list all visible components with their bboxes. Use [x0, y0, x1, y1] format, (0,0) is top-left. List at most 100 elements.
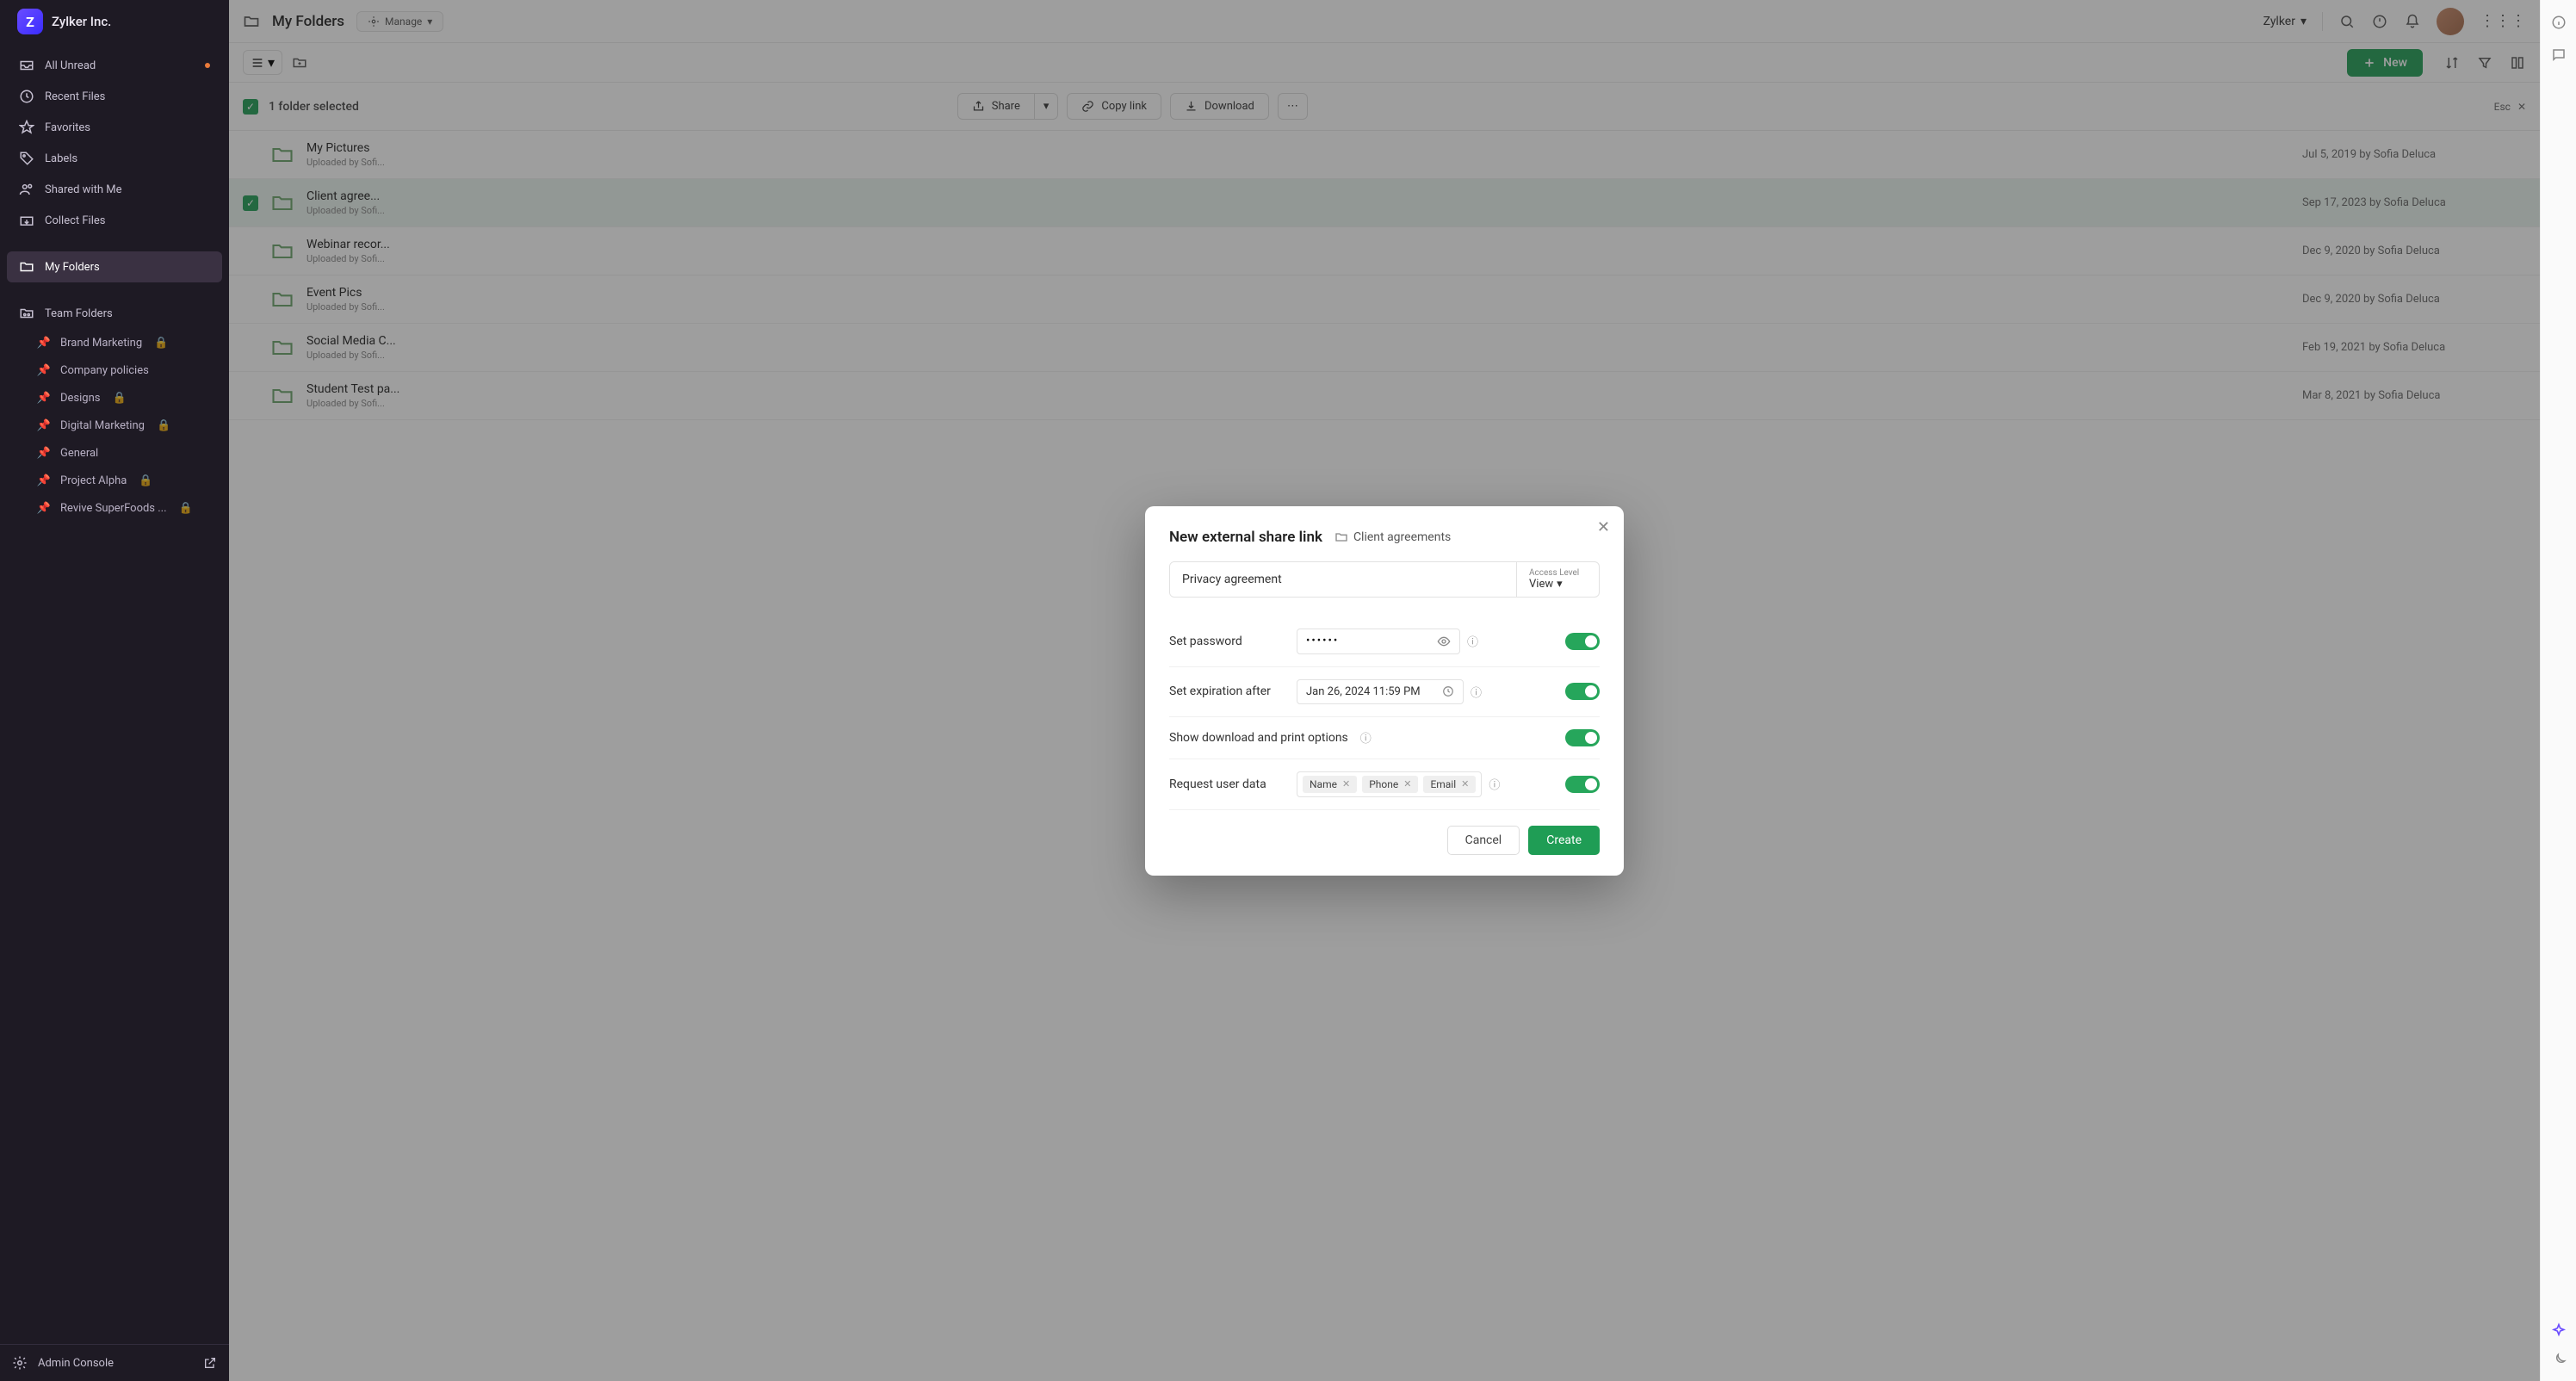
main-content: My Folders Manage ▾ Zylker ▾ ⋮⋮⋮: [229, 0, 2540, 1381]
folder-icon: [1334, 530, 1348, 544]
lock-icon: 🔒: [179, 502, 193, 515]
pin-icon: 📌: [36, 362, 52, 378]
theme-toggle-button[interactable]: [2550, 1352, 2567, 1369]
cancel-button[interactable]: Cancel: [1447, 826, 1520, 855]
chip-remove-icon[interactable]: ✕: [1403, 778, 1411, 790]
nav-label: Labels: [45, 152, 77, 165]
team-label: Brand Marketing: [60, 337, 142, 350]
team-digital-marketing[interactable]: 📌Digital Marketing🔒: [7, 412, 222, 439]
chip-label: Phone: [1369, 778, 1398, 790]
team-label: General: [60, 447, 98, 460]
chevron-down-icon: ▾: [1557, 578, 1563, 591]
nav-team-folders[interactable]: Team Folders: [7, 298, 222, 329]
info-icon[interactable]: ⓘ: [1467, 633, 1478, 649]
nav-all-unread[interactable]: All Unread: [7, 50, 222, 81]
password-toggle[interactable]: [1565, 633, 1600, 650]
brand-name: Zylker Inc.: [52, 14, 111, 29]
star-icon: [19, 120, 34, 135]
ai-assist-button[interactable]: [2550, 1322, 2567, 1340]
nav-my-folders[interactable]: My Folders: [7, 251, 222, 282]
gear-icon: [12, 1355, 28, 1371]
access-level-selector[interactable]: Access Level View ▾: [1516, 562, 1599, 597]
chip-phone: Phone ✕: [1362, 776, 1418, 793]
nav-labels[interactable]: Labels: [7, 143, 222, 174]
modal-title: New external share link: [1169, 529, 1322, 546]
nav-collect-files[interactable]: Collect Files: [7, 205, 222, 236]
share-link-modal: ✕ New external share link Client agreeme…: [1145, 506, 1624, 876]
expiration-value: Jan 26, 2024 11:59 PM: [1306, 685, 1421, 698]
external-link-icon: [203, 1356, 217, 1370]
lock-icon: 🔒: [139, 474, 152, 487]
access-label: Access Level: [1529, 568, 1587, 578]
nav-shared-with-me[interactable]: Shared with Me: [7, 174, 222, 205]
pin-icon: 📌: [36, 500, 52, 516]
chip-name: Name ✕: [1303, 776, 1357, 793]
tag-icon: [19, 151, 34, 166]
team-label: Revive SuperFoods ...: [60, 502, 167, 515]
nav-recent-files[interactable]: Recent Files: [7, 81, 222, 112]
chip-remove-icon[interactable]: ✕: [1461, 778, 1469, 790]
expiration-toggle[interactable]: [1565, 683, 1600, 700]
chat-panel-button[interactable]: [2550, 46, 2567, 64]
request-user-label: Request user data: [1169, 777, 1285, 791]
primary-nav: All Unread Recent Files Favorites Labels…: [0, 43, 229, 1344]
inbox-icon: [19, 58, 34, 73]
chip-label: Name: [1310, 778, 1337, 790]
nav-label: Favorites: [45, 121, 90, 134]
team-designs[interactable]: 📌 Designs 🔒: [7, 384, 222, 412]
pin-icon: 📌: [36, 418, 52, 433]
nav-label: All Unread: [45, 59, 96, 72]
team-label: Digital Marketing: [60, 419, 145, 432]
brand: Z Zylker Inc.: [0, 0, 229, 43]
nav-label: Team Folders: [45, 307, 113, 320]
folder-icon: [19, 259, 34, 275]
admin-console-link[interactable]: Admin Console: [0, 1344, 229, 1381]
chip-remove-icon[interactable]: ✕: [1342, 778, 1350, 790]
request-user-toggle[interactable]: [1565, 776, 1600, 793]
right-rail: [2540, 0, 2576, 1381]
info-icon[interactable]: ⓘ: [1360, 729, 1372, 746]
access-value: View: [1529, 578, 1553, 591]
user-data-chips[interactable]: Name ✕ Phone ✕ Email ✕: [1297, 771, 1482, 797]
eye-icon[interactable]: [1437, 635, 1451, 648]
pin-icon: 📌: [36, 335, 52, 350]
sidebar: Z Zylker Inc. All Unread Recent Files Fa…: [0, 0, 229, 1381]
set-expiration-label: Set expiration after: [1169, 684, 1285, 698]
clock-icon: [1442, 685, 1454, 697]
modal-folder-name: Client agreements: [1353, 530, 1451, 544]
clock-icon: [19, 89, 34, 104]
info-panel-button[interactable]: [2550, 14, 2567, 31]
lock-icon: 🔒: [154, 337, 168, 350]
expiration-input[interactable]: Jan 26, 2024 11:59 PM: [1297, 679, 1464, 704]
unread-dot-icon: [205, 63, 210, 68]
team-brand-marketing[interactable]: 📌 Brand Marketing 🔒: [7, 329, 222, 356]
nav-label: Shared with Me: [45, 183, 122, 196]
team-label: Company policies: [60, 364, 149, 377]
password-input[interactable]: [1306, 635, 1409, 647]
chip-label: Email: [1430, 778, 1456, 790]
brand-logo-icon: Z: [17, 9, 43, 34]
nav-label: Collect Files: [45, 214, 105, 227]
nav-favorites[interactable]: Favorites: [7, 112, 222, 143]
pin-icon: 📌: [36, 390, 52, 406]
info-icon[interactable]: ⓘ: [1471, 684, 1482, 700]
pin-icon: 📌: [36, 473, 52, 488]
pin-icon: 📌: [36, 445, 52, 461]
team-folder-icon: [19, 306, 34, 321]
team-general[interactable]: 📌 General: [7, 439, 222, 467]
team-revive-superfoods[interactable]: 📌 Revive SuperFoods ... 🔒: [7, 494, 222, 522]
download-print-toggle[interactable]: [1565, 729, 1600, 746]
link-name-input[interactable]: [1170, 562, 1516, 597]
nav-label: Recent Files: [45, 90, 105, 103]
close-button[interactable]: ✕: [1597, 518, 1610, 536]
team-company-policies[interactable]: 📌 Company policies: [7, 356, 222, 384]
create-button[interactable]: Create: [1528, 826, 1600, 855]
admin-label: Admin Console: [38, 1357, 114, 1370]
nav-label: My Folders: [45, 261, 100, 274]
chip-email: Email ✕: [1423, 776, 1476, 793]
info-icon[interactable]: ⓘ: [1489, 776, 1500, 792]
lock-icon: 🔒: [112, 392, 126, 405]
modal-folder-chip: Client agreements: [1334, 530, 1451, 544]
team-label: Designs: [60, 392, 100, 405]
team-project-alpha[interactable]: 📌Project Alpha🔒: [7, 467, 222, 494]
